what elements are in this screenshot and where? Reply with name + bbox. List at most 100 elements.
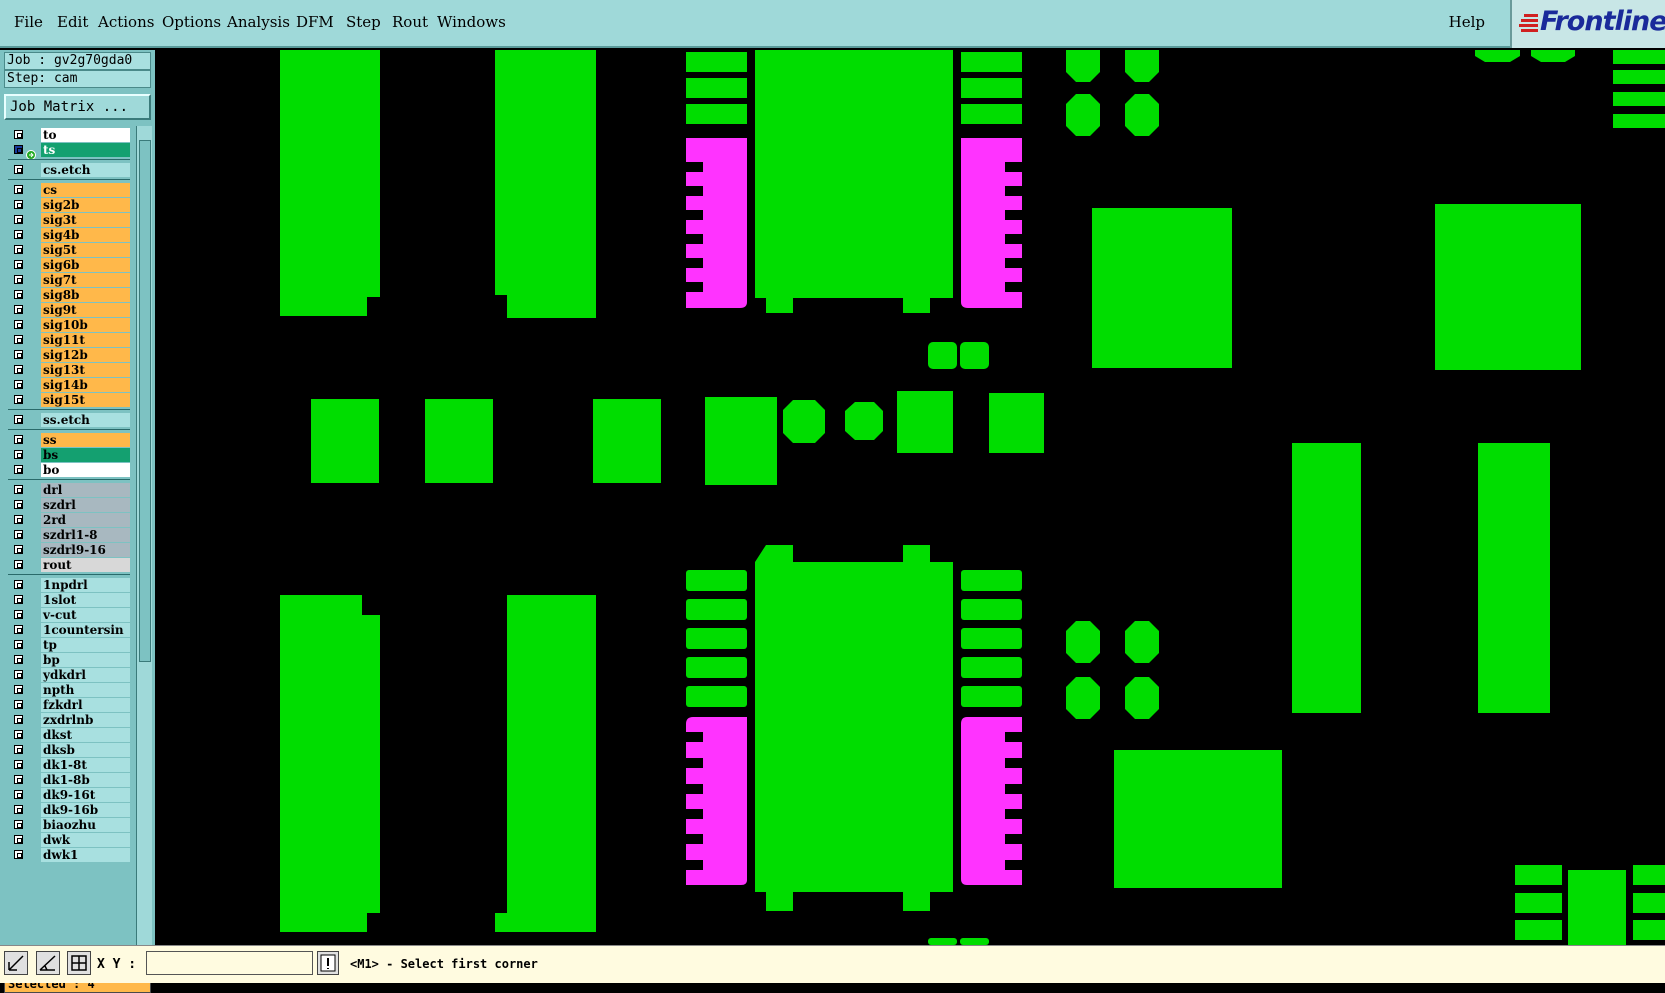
layer-row-npth[interactable]: npth (8, 683, 130, 698)
layer-checkbox[interactable] (14, 335, 23, 344)
layer-checkbox[interactable] (14, 500, 23, 509)
layer-row-sig4b[interactable]: sig4b (8, 228, 130, 243)
pcb-graphics-canvas[interactable] (155, 50, 1665, 945)
layer-row-sig8b[interactable]: sig8b (8, 288, 130, 303)
layer-row-to[interactable]: to (8, 128, 130, 143)
layer-checkbox[interactable] (14, 670, 23, 679)
layer-row-2rd[interactable]: 2rd (8, 513, 130, 528)
layer-row-zxdrlnb[interactable]: zxdrlnb (8, 713, 130, 728)
layer-checkbox[interactable] (14, 365, 23, 374)
layer-checkbox[interactable] (14, 130, 23, 139)
layer-row-sig10b[interactable]: sig10b (8, 318, 130, 333)
layer-checkbox[interactable] (14, 450, 23, 459)
layer-checkbox[interactable] (14, 775, 23, 784)
layer-row-1slot[interactable]: 1slot (8, 593, 130, 608)
layer-row-szdrl[interactable]: szdrl (8, 498, 130, 513)
layer-checkbox[interactable] (14, 465, 23, 474)
layer-checkbox[interactable] (14, 305, 23, 314)
layer-row-ydkdrl[interactable]: ydkdrl (8, 668, 130, 683)
zoom-box-button[interactable] (4, 951, 28, 975)
layer-checkbox[interactable] (14, 145, 23, 154)
menu-dfm[interactable]: DFM (296, 13, 334, 31)
layer-list-scrollbar[interactable] (136, 126, 152, 971)
layer-checkbox[interactable] (14, 320, 23, 329)
layer-row-sig6b[interactable]: sig6b (8, 258, 130, 273)
layer-checkbox[interactable] (14, 745, 23, 754)
layer-row-bs[interactable]: bs (8, 448, 130, 463)
scrollbar-thumb[interactable] (139, 140, 151, 662)
layer-checkbox[interactable] (14, 185, 23, 194)
layer-checkbox[interactable] (14, 395, 23, 404)
job-matrix-button[interactable]: Job Matrix ... (4, 94, 151, 120)
menu-step[interactable]: Step (346, 13, 381, 31)
layer-checkbox[interactable] (14, 165, 23, 174)
layer-row-dk1-8t[interactable]: dk1-8t (8, 758, 130, 773)
layer-row-sig14b[interactable]: sig14b (8, 378, 130, 393)
layer-row-sig2b[interactable]: sig2b (8, 198, 130, 213)
menu-file[interactable]: File (14, 13, 43, 31)
layer-row-sig7t[interactable]: sig7t (8, 273, 130, 288)
layer-row-fzkdrl[interactable]: fzkdrl (8, 698, 130, 713)
layer-row-tp[interactable]: tp (8, 638, 130, 653)
layer-row-sig12b[interactable]: sig12b (8, 348, 130, 363)
layer-checkbox[interactable] (14, 230, 23, 239)
layer-row-bp[interactable]: bp (8, 653, 130, 668)
layer-row-dwk1[interactable]: dwk1 (8, 848, 130, 863)
menu-rout[interactable]: Rout (392, 13, 428, 31)
layer-checkbox[interactable] (14, 545, 23, 554)
alert-button[interactable] (317, 951, 339, 975)
layer-row-cs.etch[interactable]: cs.etch (8, 163, 130, 178)
layer-row-1countersin[interactable]: 1countersin (8, 623, 130, 638)
layer-row-cs[interactable]: cs (8, 183, 130, 198)
layer-row-sig15t[interactable]: sig15t (8, 393, 130, 408)
layer-checkbox[interactable] (14, 715, 23, 724)
xy-input[interactable] (146, 951, 313, 975)
layer-row-1npdrl[interactable]: 1npdrl (8, 578, 130, 593)
layer-checkbox[interactable] (14, 805, 23, 814)
layer-checkbox[interactable] (14, 515, 23, 524)
layer-row-sig5t[interactable]: sig5t (8, 243, 130, 258)
layer-checkbox[interactable] (14, 560, 23, 569)
layer-checkbox[interactable] (14, 580, 23, 589)
layer-row-sig9t[interactable]: sig9t (8, 303, 130, 318)
layer-checkbox[interactable] (14, 640, 23, 649)
layer-checkbox[interactable] (14, 820, 23, 829)
layer-checkbox[interactable] (14, 275, 23, 284)
layer-row-dk9-16b[interactable]: dk9-16b (8, 803, 130, 818)
layer-row-dksb[interactable]: dksb (8, 743, 130, 758)
layer-row-dk1-8b[interactable]: dk1-8b (8, 773, 130, 788)
menu-options[interactable]: Options (162, 13, 221, 31)
layer-checkbox[interactable] (14, 760, 23, 769)
menu-analysis[interactable]: Analysis (227, 13, 290, 31)
menu-actions[interactable]: Actions (98, 13, 154, 31)
layer-row-dwk[interactable]: dwk (8, 833, 130, 848)
layer-checkbox[interactable] (14, 530, 23, 539)
layer-row-szdrl9-16[interactable]: szdrl9-16 (8, 543, 130, 558)
layer-checkbox[interactable] (14, 790, 23, 799)
layer-checkbox[interactable] (14, 685, 23, 694)
layer-row-sig3t[interactable]: sig3t (8, 213, 130, 228)
layer-checkbox[interactable] (14, 435, 23, 444)
layer-checkbox[interactable] (14, 350, 23, 359)
layer-row-sig13t[interactable]: sig13t (8, 363, 130, 378)
measure-button[interactable] (36, 951, 60, 975)
layer-row-ss.etch[interactable]: ss.etch (8, 413, 130, 428)
menu-edit[interactable]: Edit (57, 13, 88, 31)
layer-row-bo[interactable]: bo (8, 463, 130, 478)
layer-checkbox[interactable] (14, 700, 23, 709)
layer-checkbox[interactable] (14, 835, 23, 844)
layer-row-ts[interactable]: ts (8, 143, 130, 160)
layer-checkbox[interactable] (14, 485, 23, 494)
layer-checkbox[interactable] (14, 610, 23, 619)
layer-checkbox[interactable] (14, 415, 23, 424)
layer-checkbox[interactable] (14, 625, 23, 634)
layer-row-ss[interactable]: ss (8, 433, 130, 448)
layer-row-drl[interactable]: drl (8, 483, 130, 498)
layer-checkbox[interactable] (14, 380, 23, 389)
layer-row-dkst[interactable]: dkst (8, 728, 130, 743)
layer-row-rout[interactable]: rout (8, 558, 130, 573)
layer-row-biaozhu[interactable]: biaozhu (8, 818, 130, 833)
layer-checkbox[interactable] (14, 595, 23, 604)
layer-row-szdrl1-8[interactable]: szdrl1-8 (8, 528, 130, 543)
layer-checkbox[interactable] (14, 850, 23, 859)
